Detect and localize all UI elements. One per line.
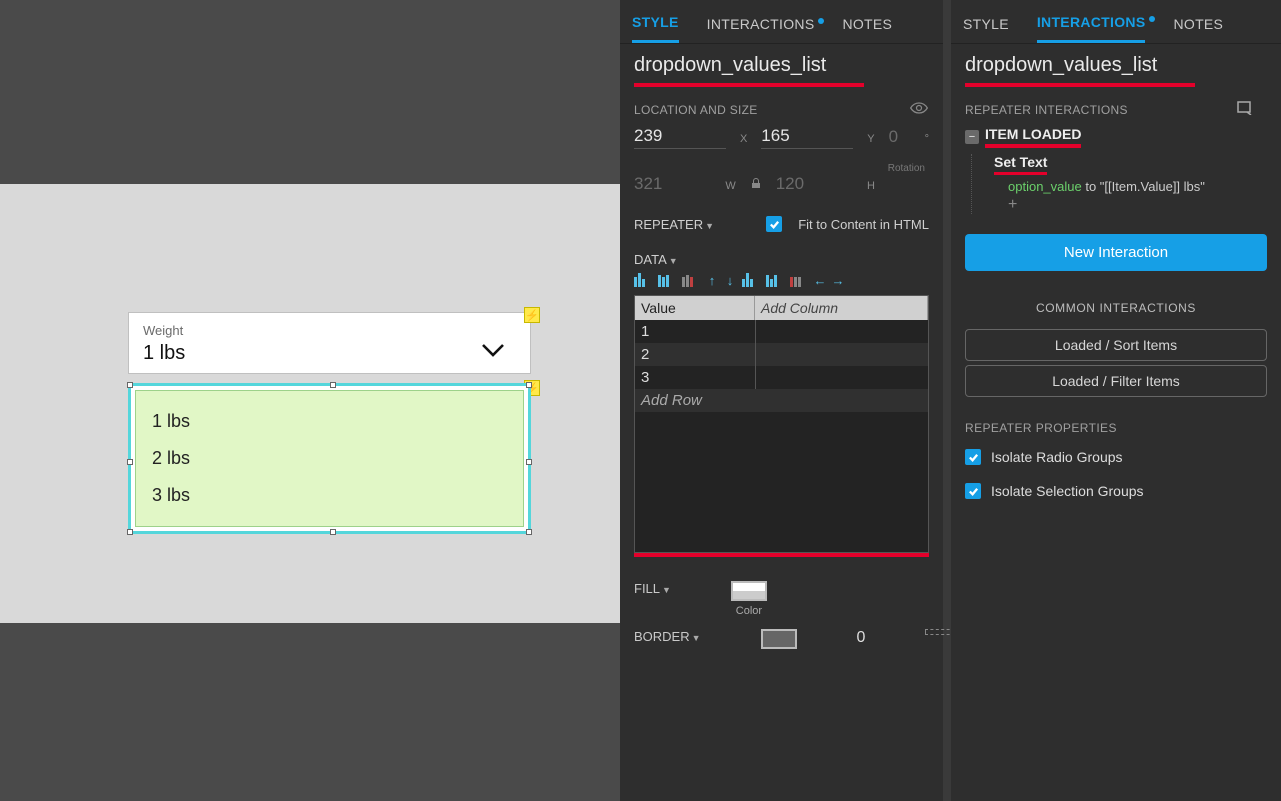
add-column[interactable]: Add Column — [755, 296, 928, 320]
tab-interactions[interactable]: INTERACTIONS — [1037, 10, 1146, 43]
repeater-data-grid[interactable]: Value Add Column 1 2 3 Add Row — [634, 295, 929, 553]
data-col-icon[interactable] — [658, 273, 676, 287]
data-cell[interactable]: 3 — [635, 366, 755, 389]
action-detail[interactable]: option_value to "[[Item.Value]] lbs" — [994, 175, 1267, 196]
common-interaction-button[interactable]: Loaded / Sort Items — [965, 329, 1267, 361]
tab-notes[interactable]: NOTES — [1173, 12, 1223, 42]
inspector-panel-style: STYLE INTERACTIONS NOTES dropdown_values… — [620, 0, 951, 801]
annotation-underline — [634, 553, 929, 557]
move-down-icon[interactable]: ↓ — [724, 273, 736, 287]
tab-interactions[interactable]: INTERACTIONS — [707, 12, 815, 42]
common-interaction-button[interactable]: Loaded / Filter Items — [965, 365, 1267, 397]
chevron-down-icon[interactable] — [480, 341, 506, 364]
interaction-bolt-icon: ⚡ — [524, 307, 540, 323]
border-color-swatch[interactable] — [761, 629, 797, 649]
dropdown-widget[interactable]: ⚡ Weight 1 lbs ⚡ 1 lbs 2 lbs 3 lbs — [128, 312, 531, 534]
canvas[interactable]: ⚡ Weight 1 lbs ⚡ 1 lbs 2 lbs 3 lbs — [0, 0, 620, 801]
add-action-icon[interactable]: + — [994, 196, 1267, 214]
border-thickness[interactable]: 0 — [857, 629, 866, 647]
visibility-toggle-icon[interactable] — [909, 101, 929, 118]
data-col-icon[interactable] — [682, 273, 700, 287]
repeater-properties-label: REPEATER PROPERTIES — [965, 421, 1267, 435]
isolate-selection-checkbox[interactable] — [965, 483, 981, 499]
tab-notes[interactable]: NOTES — [842, 12, 892, 42]
widget-name[interactable]: dropdown_values_list — [951, 44, 1281, 83]
dropdown-label: Weight — [143, 323, 516, 338]
data-toolbar: ↑ ↓ ← → — [620, 269, 943, 295]
dropdown-selected: 1 lbs — [143, 342, 516, 365]
fit-to-content-checkbox[interactable] — [766, 216, 782, 232]
common-interactions-label: COMMON INTERACTIONS — [951, 285, 1281, 325]
fill-color-swatch[interactable] — [731, 581, 767, 601]
dropdown-option[interactable]: 2 lbs — [146, 440, 513, 477]
column-header[interactable]: Value — [635, 296, 755, 320]
has-interactions-dot-icon — [818, 18, 824, 24]
y-input[interactable]: 165 — [761, 126, 853, 149]
data-col-icon[interactable] — [742, 273, 760, 287]
dropdown-header[interactable]: ⚡ Weight 1 lbs ⚡ — [128, 312, 531, 374]
dropdown-option[interactable]: 3 lbs — [146, 477, 513, 514]
add-row[interactable]: Add Row — [635, 389, 928, 412]
inspector-panel-interactions: STYLE INTERACTIONS NOTES dropdown_values… — [951, 0, 1281, 801]
move-up-icon[interactable]: ↑ — [706, 273, 718, 287]
move-left-icon[interactable]: ← — [814, 273, 826, 287]
widget-name[interactable]: dropdown_values_list — [620, 44, 943, 83]
inspector-tabs: STYLE INTERACTIONS NOTES — [951, 0, 1281, 44]
data-cell[interactable]: 1 — [635, 320, 755, 343]
lock-aspect-icon[interactable] — [750, 177, 762, 196]
annotation-underline — [965, 83, 1195, 87]
isolate-radio-checkbox[interactable] — [965, 449, 981, 465]
section-repeater[interactable]: REPEATER▼ — [634, 217, 714, 232]
width-input: 321 — [634, 174, 711, 196]
inspector-tabs: STYLE INTERACTIONS NOTES — [620, 0, 943, 44]
collapse-icon[interactable]: − — [965, 130, 979, 144]
tab-style[interactable]: STYLE — [963, 12, 1009, 42]
event-block[interactable]: − ITEM LOADED Set Text option_value to "… — [951, 126, 1281, 220]
dropdown-list[interactable]: 1 lbs 2 lbs 3 lbs — [135, 390, 524, 527]
section-data[interactable]: DATA▼ — [634, 252, 678, 267]
rotation-input[interactable]: 0 — [889, 127, 911, 149]
height-input: 120 — [776, 174, 853, 196]
action-name[interactable]: Set Text — [994, 154, 1047, 175]
section-location-size: LOCATION AND SIZE — [620, 101, 943, 126]
section-fill[interactable]: FILL▼ — [634, 581, 671, 596]
new-interaction-button[interactable]: New Interaction — [965, 234, 1267, 271]
event-name[interactable]: ITEM LOADED — [985, 126, 1081, 148]
section-border[interactable]: BORDER▼ — [634, 629, 701, 644]
has-interactions-dot-icon — [1149, 16, 1155, 22]
section-repeater-interactions: REPEATER INTERACTIONS — [951, 101, 1281, 126]
data-col-icon[interactable] — [790, 273, 808, 287]
tab-style[interactable]: STYLE — [632, 10, 679, 43]
dropdown-option[interactable]: 1 lbs — [146, 403, 513, 440]
create-component-icon[interactable] — [1237, 101, 1253, 118]
data-cell[interactable]: 2 — [635, 343, 755, 366]
x-input[interactable]: 239 — [634, 126, 726, 149]
annotation-underline — [634, 83, 864, 87]
dropdown-list-selection[interactable]: 1 lbs 2 lbs 3 lbs — [128, 383, 531, 534]
data-col-icon[interactable] — [634, 273, 652, 287]
data-col-icon[interactable] — [766, 273, 784, 287]
move-right-icon[interactable]: → — [832, 273, 844, 287]
